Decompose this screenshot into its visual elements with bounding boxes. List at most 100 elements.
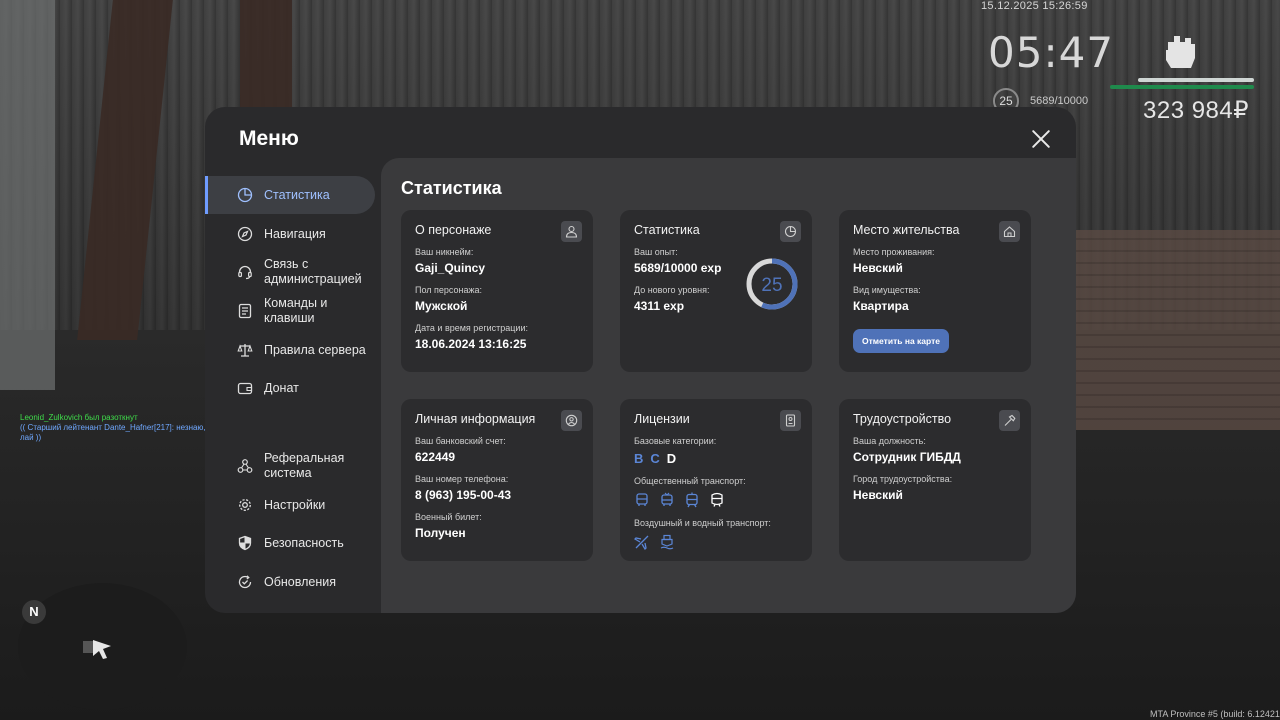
card-licenses: Лицензии Базовые категории: BCD Обществе… xyxy=(620,399,812,561)
fist-icon xyxy=(1166,36,1195,68)
hud-money: 323 984₽ xyxy=(1143,97,1250,124)
sidebar-item-label: Реферальная система xyxy=(264,451,345,480)
license-categories: BCD xyxy=(634,451,798,466)
menu-window: Меню Статистика Навигация Связь с админи… xyxy=(205,107,1076,613)
field-label: Базовые категории: xyxy=(634,436,717,446)
phone-value: 8 (963) 195-00-43 xyxy=(415,488,512,502)
tram-icon xyxy=(684,492,700,508)
field-label: Воздушный и водный транспорт: xyxy=(634,518,771,528)
hud-health-bars xyxy=(1110,78,1254,92)
sidebar-item-rules[interactable]: Правила сервера xyxy=(205,331,375,369)
license-category-b: B xyxy=(634,451,645,466)
card-personal-info: Личная информация Ваш банковский счет: 6… xyxy=(401,399,593,561)
sidebar-item-referral[interactable]: Реферальная система xyxy=(205,447,375,485)
id-card-icon xyxy=(780,410,801,431)
bank-account-value: 622449 xyxy=(415,450,456,464)
user-circle-icon xyxy=(561,410,582,431)
compass-icon xyxy=(237,226,253,242)
sidebar-item-label: Настройки xyxy=(264,497,326,512)
card-title: Статистика xyxy=(634,223,700,237)
nickname-value: Gaji_Quincy xyxy=(415,261,486,275)
field-label: Место проживания: xyxy=(853,247,935,257)
user-icon xyxy=(561,221,582,242)
game-brick-wall xyxy=(1050,230,1280,430)
license-category-d: D xyxy=(666,451,678,466)
sidebar-item-statistics[interactable]: Статистика xyxy=(205,176,375,214)
field-label: Город трудоустройства: xyxy=(853,474,953,484)
military-id-value: Получен xyxy=(415,526,466,540)
card-residence: Место жительства Место проживания: Невск… xyxy=(839,210,1031,372)
wallet-icon xyxy=(237,382,253,395)
field-label: Ваша должность: xyxy=(853,436,926,446)
card-character: О персонаже Ваш никнейм: Gaji_Quincy Пол… xyxy=(401,210,593,372)
build-info: MTA Province #5 (build: 6.12421.9 xyxy=(1150,709,1280,719)
headset-icon xyxy=(238,265,252,280)
content-panel: Статистика О персонаже Ваш никнейм: Gaji… xyxy=(381,158,1076,613)
sidebar-item-label: Статистика xyxy=(264,187,330,202)
bus-icon xyxy=(634,492,650,508)
field-label: Вид имущества: xyxy=(853,285,921,295)
minimap-north-marker: N xyxy=(22,600,46,624)
airplane-icon xyxy=(633,534,650,551)
hud-clock: 05:47 xyxy=(988,28,1115,77)
level-progress-ring: 25 xyxy=(746,258,798,310)
field-label: Ваш банковский счет: xyxy=(415,436,506,446)
sidebar-item-label: Безопасность xyxy=(264,535,344,550)
sidebar-item-label: Навигация xyxy=(264,226,326,241)
field-label: Ваш никнейм: xyxy=(415,247,474,257)
sidebar-item-label: Команды и клавиши xyxy=(264,296,328,325)
field-label: Военный билет: xyxy=(415,512,482,522)
sidebar-item-security[interactable]: Безопасность xyxy=(205,524,375,562)
level-value: 25 xyxy=(761,275,782,296)
trolleybus-icon xyxy=(659,492,675,508)
sidebar-item-label: Донат xyxy=(264,380,299,395)
sidebar-item-label: Обновления xyxy=(264,574,336,589)
pie-chart-icon xyxy=(780,221,801,242)
close-button[interactable] xyxy=(1029,127,1053,151)
field-label: Ваш номер телефона: xyxy=(415,474,509,484)
sidebar-item-support[interactable]: Связь с администрацией xyxy=(205,253,375,291)
hud-armor-bar xyxy=(1138,78,1254,82)
job-city-value: Невский xyxy=(853,488,903,502)
document-icon xyxy=(238,303,252,319)
sidebar-item-commands[interactable]: Команды и клавиши xyxy=(205,292,375,330)
hammer-icon xyxy=(999,410,1020,431)
player-arrow-icon xyxy=(83,640,111,659)
metro-icon xyxy=(709,492,725,508)
game-pillar xyxy=(0,0,55,390)
refresh-check-icon xyxy=(238,575,252,589)
field-label: Дата и время регистрации: xyxy=(415,323,528,333)
sidebar-item-label: Правила сервера xyxy=(264,342,366,357)
hud-exp: 5689/10000 xyxy=(1030,95,1089,107)
job-position-value: Сотрудник ГИБДД xyxy=(853,450,961,464)
property-type-value: Квартира xyxy=(853,299,909,313)
scales-icon xyxy=(237,344,253,357)
card-title: Личная информация xyxy=(415,412,536,426)
hud-health-bar xyxy=(1110,85,1254,89)
field-label: Пол персонажа: xyxy=(415,285,483,295)
sidebar-item-donate[interactable]: Донат xyxy=(205,369,375,407)
air-water-licenses xyxy=(633,534,798,551)
sidebar-item-navigation[interactable]: Навигация xyxy=(205,215,375,253)
boat-icon xyxy=(659,534,675,550)
hud-date: 15.12.2025 15:26:59 xyxy=(981,0,1088,12)
gender-value: Мужской xyxy=(415,299,468,313)
sidebar-item-settings[interactable]: Настройки xyxy=(205,486,375,524)
mark-on-map-button[interactable]: Отметить на карте xyxy=(853,329,949,353)
network-icon xyxy=(237,459,253,473)
card-title: Трудоустройство xyxy=(853,412,952,426)
registration-value: 18.06.2024 13:16:25 xyxy=(415,337,527,351)
sidebar-item-label: Связь с администрацией xyxy=(264,257,362,286)
card-title: О персонаже xyxy=(415,223,492,237)
license-category-c: C xyxy=(650,451,661,466)
residence-value: Невский xyxy=(853,261,903,275)
card-employment: Трудоустройство Ваша должность: Сотрудни… xyxy=(839,399,1031,561)
card-title: Лицензии xyxy=(634,412,690,426)
sidebar-item-updates[interactable]: Обновления xyxy=(205,563,375,601)
menu-title: Меню xyxy=(239,127,299,150)
public-transport-licenses xyxy=(634,492,798,508)
card-statistics: Статистика Ваш опыт: 5689/10000 exp До н… xyxy=(620,210,812,372)
gear-icon xyxy=(239,499,251,511)
house-icon xyxy=(999,221,1020,242)
pie-chart-icon xyxy=(237,187,253,203)
